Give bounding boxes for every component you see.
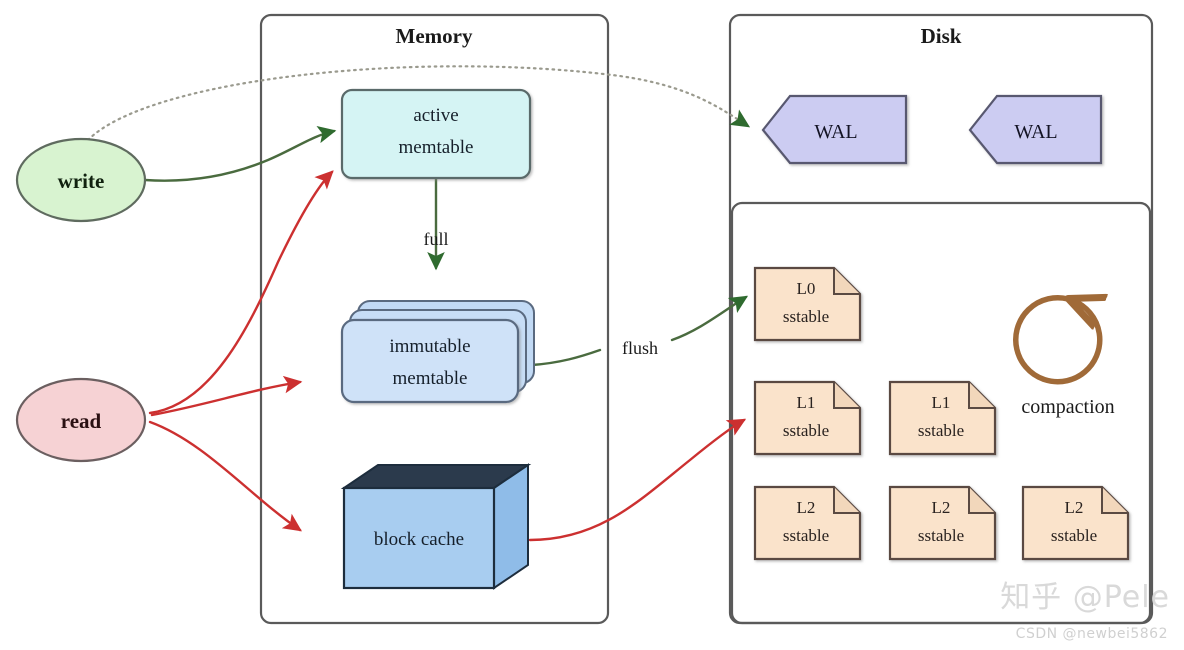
block-cache-node[interactable]: block cache <box>340 463 532 590</box>
block-cache-side-face <box>493 463 529 590</box>
wal-node-0[interactable]: WAL <box>761 94 908 165</box>
immutable-memtable-box <box>340 318 520 404</box>
edge-label-flush: flush <box>622 338 658 358</box>
diagram-canvas: Memory Disk full flush write read active… <box>0 0 1184 650</box>
sstable-node-0[interactable]: L0 sstable <box>753 266 862 342</box>
sstable-kind-2: sstable <box>918 421 964 440</box>
sstable-kind-5: sstable <box>1051 526 1097 545</box>
read-node[interactable]: read <box>15 377 147 463</box>
immutable-memtable-label-line1: immutable <box>389 336 470 357</box>
write-label: write <box>58 169 105 193</box>
sstable-kind-4: sstable <box>918 526 964 545</box>
active-memtable-node[interactable]: active memtable <box>340 88 532 180</box>
read-label: read <box>61 409 102 433</box>
zhihu-watermark: 知乎 @Pele <box>1000 580 1170 615</box>
active-memtable-box <box>340 88 532 180</box>
sstable-level-3: L2 <box>797 498 816 517</box>
sstable-node-2[interactable]: L1 sstable <box>888 380 997 456</box>
memory-container-title: Memory <box>396 24 473 48</box>
sstable-node-4[interactable]: L2 sstable <box>888 485 997 561</box>
sstable-level-5: L2 <box>1065 498 1084 517</box>
sstable-level-4: L2 <box>932 498 951 517</box>
sstable-kind-3: sstable <box>783 526 829 545</box>
active-memtable-label-line2: memtable <box>399 137 474 158</box>
wal-label-0: WAL <box>814 121 857 143</box>
lsm-architecture-diagram: Memory Disk full flush write read active… <box>15 13 1154 625</box>
csdn-watermark: CSDN @newbei5862 <box>1015 626 1168 642</box>
sstable-level-0: L0 <box>797 279 816 298</box>
sstable-level-2: L1 <box>932 393 951 412</box>
disk-container-title: Disk <box>921 24 962 48</box>
sstable-kind-1: sstable <box>783 421 829 440</box>
compaction-label: compaction <box>1021 396 1114 418</box>
block-cache-label: block cache <box>374 529 464 550</box>
sstable-level-1: L1 <box>797 393 816 412</box>
write-node[interactable]: write <box>15 137 147 223</box>
sstable-node-1[interactable]: L1 sstable <box>753 380 862 456</box>
immutable-memtable-node[interactable]: immutable memtable <box>340 300 535 404</box>
immutable-memtable-label-line2: memtable <box>393 368 468 389</box>
wal-node-1[interactable]: WAL <box>968 94 1103 165</box>
wal-label-1: WAL <box>1014 121 1057 143</box>
edge-label-full: full <box>424 229 449 249</box>
sstable-kind-0: sstable <box>783 307 829 326</box>
sstable-node-3[interactable]: L2 sstable <box>753 485 862 561</box>
active-memtable-label-line1: active <box>413 105 458 126</box>
sstable-node-5[interactable]: L2 sstable <box>1021 485 1130 561</box>
